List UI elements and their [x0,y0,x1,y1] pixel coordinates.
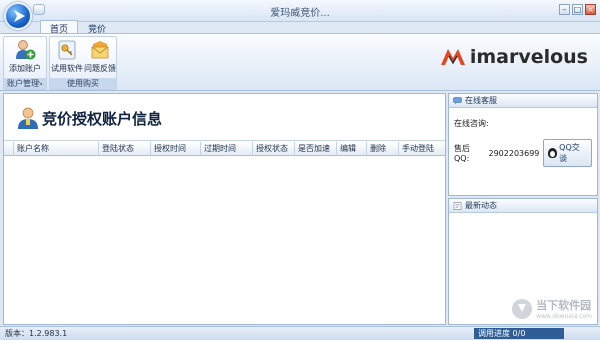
close-button[interactable]: × [585,4,596,15]
tab-bidding[interactable]: 竞价 [78,20,116,35]
group-account-management: 添加账户 账户管理 ↘ [3,36,47,90]
column-login-status[interactable]: 登陆状态 [99,142,151,156]
column-account-name[interactable]: 账户名称 [14,142,99,156]
feedback-mail-icon [89,39,111,61]
column-delete[interactable]: 删除 [367,142,399,156]
status-bar: 版本：1.2.983.1 调用进度 0/0 [0,326,600,340]
version-label: 版本：1.2.983.1 [5,329,68,338]
document-icon [453,202,462,210]
column-accelerate[interactable]: 是否加速 [295,142,337,156]
key-icon [56,39,78,61]
column-auth-status[interactable]: 授权状态 [253,142,295,156]
online-service-header: 在线客服 [449,94,597,108]
group-label-purchase: 使用购买 [50,78,116,89]
qq-penguin-icon [548,148,558,158]
maximize-button[interactable]: □ [572,4,583,15]
minimize-button[interactable]: – [559,4,570,15]
column-expire-time[interactable]: 过期时间 [201,142,253,156]
dialog-launcher-icon[interactable]: ↘ [37,78,43,89]
account-info-panel: 竞价授权账户信息 账户名称 登陆状态 授权时间 过期时间 授权状态 是否加速 编… [3,93,446,325]
news-header: 最新动态 [449,199,597,213]
online-service-body: 在线咨询: 售后QQ: 2902203699 QQ交谈 [449,108,597,173]
window-controls: – □ × [559,4,596,15]
logo-text: imarvelous [469,46,588,68]
window-title: 爱玛威竞价... [270,8,330,19]
tab-home[interactable]: 首页 [40,20,79,35]
brand-logo: imarvelous [440,46,588,68]
add-account-button[interactable]: 添加账户 [6,38,44,78]
news-title: 最新动态 [465,201,497,210]
column-auth-time[interactable]: 授权时间 [151,142,201,156]
add-account-label: 添加账户 [9,64,41,73]
group-account-title: 账户管理 [7,79,39,88]
feedback-button[interactable]: 问题反馈 [81,38,119,78]
column-manual-login[interactable]: 手动登陆 [399,142,445,156]
panel-header: 竞价授权账户信息 [4,94,445,141]
online-service-panel: 在线客服 在线咨询: 售后QQ: 2902203699 QQ交谈 [448,93,598,196]
feedback-label: 问题反馈 [84,64,116,73]
watermark: 当下软件园 www.downxia.com [512,297,592,320]
row-selector-header [4,142,14,156]
group-use-purchase: 试用软件 问题反馈 使用购买 [49,36,117,90]
ribbon-tabs: 首页 竞价 [40,20,116,35]
online-service-title: 在线客服 [465,96,497,105]
m-logo-icon [440,49,465,65]
chat-bubble-icon [453,97,462,105]
user-icon [18,107,38,129]
download-icon [512,298,533,319]
online-consult-label: 在线咨询: [454,119,489,128]
qq-number: 2902203699 [488,148,540,158]
add-user-icon [14,39,36,61]
qq-chat-button[interactable]: QQ交谈 [543,139,592,167]
play-arrow-icon [14,10,25,22]
accounts-table-header: 账户名称 登陆状态 授权时间 过期时间 授权状态 是否加速 编辑 删除 手动登陆 [4,142,445,156]
page-title: 竞价授权账户信息 [42,110,163,128]
qq-row: 售后QQ: 2902203699 QQ交谈 [454,139,592,167]
column-edit[interactable]: 编辑 [337,142,367,156]
qq-label: 售后QQ: [454,144,470,163]
title-bar: 爱玛威竞价... – □ × [0,0,600,30]
qq-chat-label: QQ交谈 [559,143,580,163]
group-label-account: 账户管理 ↘ [4,78,46,89]
app-menu-button[interactable] [4,2,32,30]
watermark-url: www.downxia.com [536,313,592,320]
watermark-text: 当下软件园 [536,299,592,312]
call-progress: 调用进度 0/0 [474,328,564,339]
